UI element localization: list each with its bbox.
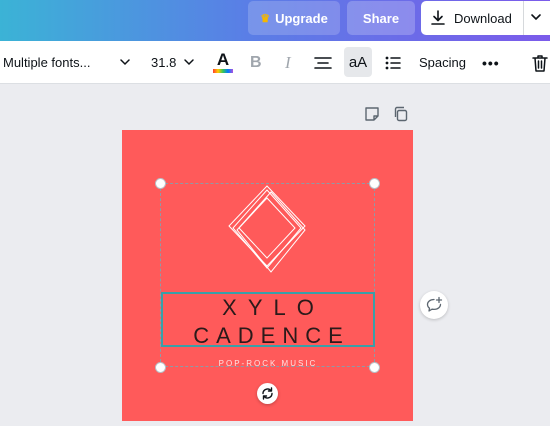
note-icon[interactable]: [364, 106, 380, 122]
text-color-letter: A: [216, 50, 230, 69]
top-header: ♛ Upgrade Share Download: [0, 0, 550, 41]
trash-icon: [532, 54, 548, 72]
letter-case-button[interactable]: aA: [344, 47, 372, 77]
upgrade-button[interactable]: ♛ Upgrade: [248, 1, 340, 35]
italic-button[interactable]: I: [285, 41, 297, 84]
spacing-label: Spacing: [419, 55, 466, 70]
upgrade-label: Upgrade: [275, 10, 328, 26]
text-toolbar: Multiple fonts... 31.8 A B I aA Spacing: [0, 41, 550, 84]
download-divider: [523, 1, 524, 35]
add-comment-button[interactable]: [420, 291, 448, 319]
letter-case-label: aA: [348, 53, 368, 71]
font-size-value: 31.8: [151, 55, 177, 70]
font-size-dropdown[interactable]: 31.8: [151, 41, 195, 84]
bold-icon: B: [250, 53, 262, 71]
list-button[interactable]: [385, 41, 403, 84]
chevron-down-icon: [184, 59, 194, 66]
text-color-button[interactable]: A: [212, 41, 234, 84]
rotate-icon: [262, 387, 273, 400]
spacing-button[interactable]: Spacing: [419, 41, 467, 84]
italic-icon: I: [285, 52, 291, 72]
share-label: Share: [362, 10, 400, 26]
resize-handle-bottom-left[interactable]: [155, 362, 166, 373]
copy-icon[interactable]: [393, 106, 409, 122]
rotate-handle[interactable]: [257, 383, 278, 404]
bullet-list-icon: [385, 56, 401, 69]
more-options-button[interactable]: •••: [482, 41, 500, 84]
add-comment-icon: [426, 296, 443, 312]
color-swatch-bar: [213, 69, 233, 73]
chevron-down-icon[interactable]: [529, 10, 543, 24]
bold-button[interactable]: B: [250, 41, 264, 84]
text-selection-box: [161, 292, 375, 347]
download-icon: [431, 10, 445, 25]
delete-button[interactable]: [532, 41, 548, 84]
share-button[interactable]: Share: [347, 1, 415, 35]
download-label: Download: [454, 10, 512, 26]
crown-icon: ♛: [260, 12, 271, 25]
resize-handle-bottom-right[interactable]: [369, 362, 380, 373]
resize-handle-top-left[interactable]: [155, 178, 166, 189]
align-button[interactable]: [314, 41, 334, 84]
font-family-value: Multiple fonts...: [3, 55, 91, 70]
more-icon: •••: [482, 54, 500, 71]
font-family-dropdown[interactable]: Multiple fonts...: [3, 41, 131, 84]
resize-handle-top-right[interactable]: [369, 178, 380, 189]
align-center-icon: [314, 56, 332, 69]
chevron-down-icon: [120, 59, 130, 66]
download-button[interactable]: Download: [421, 1, 550, 35]
